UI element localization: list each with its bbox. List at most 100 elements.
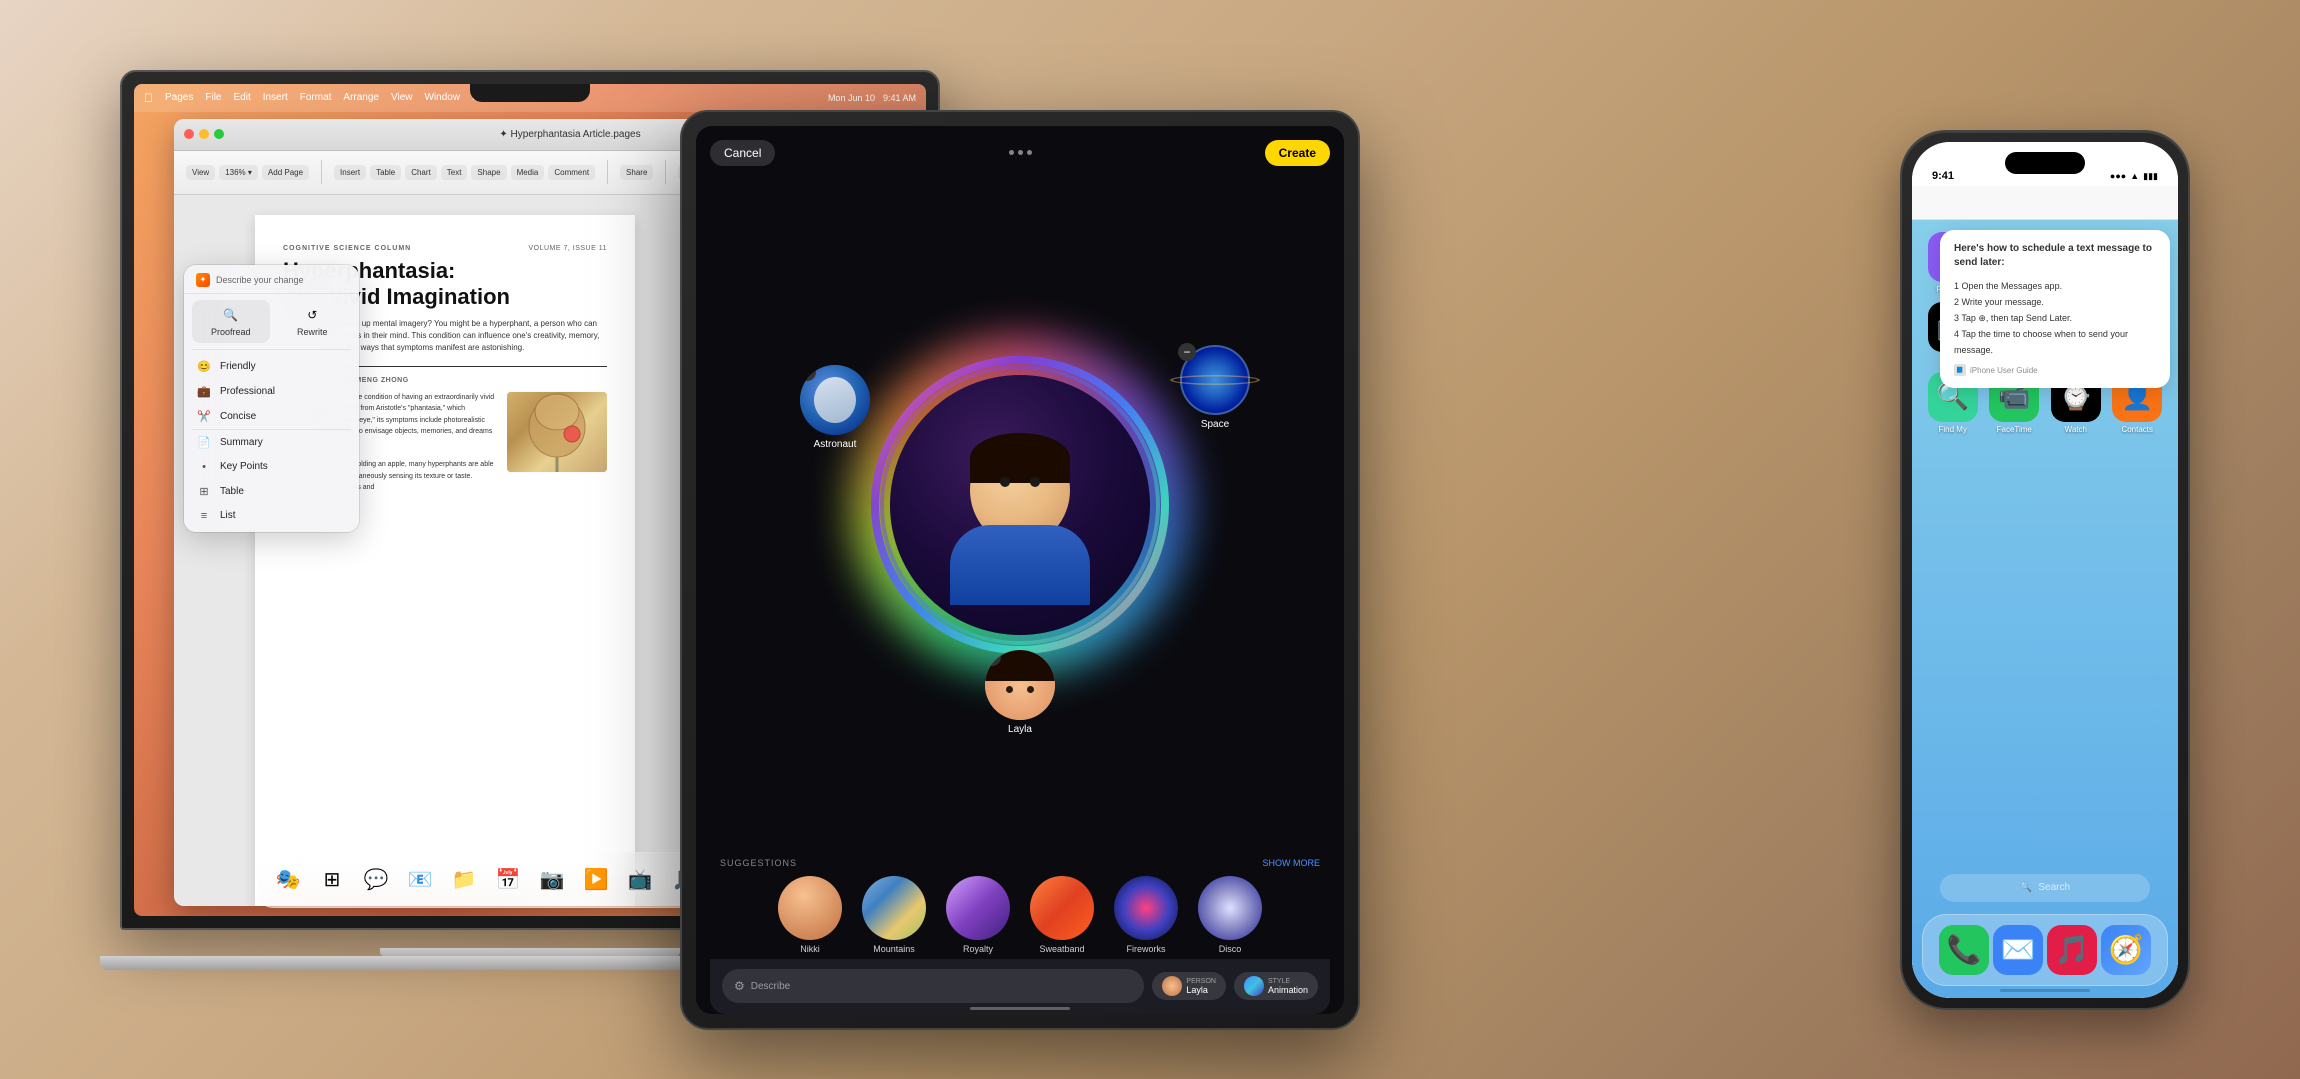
toolbar-share[interactable]: Share	[620, 165, 653, 180]
wt-concise[interactable]: ✂️ Concise	[184, 404, 359, 429]
pages-doc-area: COGNITIVE SCIENCE COLUMN VOLUME 7, ISSUE…	[174, 195, 716, 906]
mountains-thumb	[862, 876, 926, 940]
suggestion-fireworks[interactable]: Fireworks	[1114, 876, 1178, 954]
toolbar-view-group: View 136% ▾ Add Page	[186, 165, 309, 180]
suggestion-royalty[interactable]: Royalty	[946, 876, 1010, 954]
menu-file[interactable]: File	[205, 92, 221, 103]
menu-edit[interactable]: Edit	[233, 92, 250, 103]
suggestion-sweatband[interactable]: Sweatband	[1030, 876, 1094, 954]
ipad-describe-input[interactable]: ⚙ Describe	[722, 969, 1144, 1003]
notification-steps: 1 Open the Messages app. 2 Write your me…	[1954, 278, 2156, 359]
style-chip-icon	[1244, 976, 1264, 996]
astronaut-figure	[930, 405, 1110, 605]
contacts-label: Contacts	[2121, 425, 2153, 434]
summary-label: Summary	[220, 437, 263, 448]
toolbar-chart[interactable]: Chart	[405, 165, 437, 180]
menu-pages[interactable]: Pages	[165, 92, 193, 103]
ipad-person-chip[interactable]: PERSON Layla	[1152, 972, 1226, 1000]
dynamic-island	[2005, 152, 2085, 174]
dock-finder[interactable]: 🎭	[268, 860, 308, 900]
menu-arrange[interactable]: Arrange	[343, 92, 379, 103]
fullscreen-button[interactable]	[214, 129, 224, 139]
table-icon: ⊞	[196, 485, 212, 498]
dock-safari[interactable]: 🧭	[2101, 925, 2151, 975]
rewrite-tab[interactable]: ↺ Rewrite	[274, 300, 352, 343]
sweatband-thumb	[1030, 876, 1094, 940]
step-2: 2 Write your message.	[1954, 294, 2156, 310]
wt-professional[interactable]: 💼 Professional	[184, 379, 359, 404]
step-3: 3 Tap ⊕, then tap Send Later.	[1954, 310, 2156, 326]
ipad-dot-1	[1009, 150, 1014, 155]
astronaut-visor-small	[823, 391, 847, 409]
toolbar-zoom[interactable]: 136% ▾	[219, 165, 258, 180]
wt-key-points[interactable]: • Key Points	[184, 455, 359, 479]
watch-label: Watch	[2065, 425, 2087, 434]
facetime-label: FaceTime	[1997, 425, 2032, 434]
traffic-lights	[184, 129, 224, 139]
dock-launchpad[interactable]: ⊞	[312, 860, 352, 900]
list-label: List	[220, 510, 236, 521]
summary-icon: 📄	[196, 436, 212, 449]
royalty-label: Royalty	[963, 944, 993, 954]
layla-label: Layla	[1008, 724, 1032, 735]
toolbar-table[interactable]: Table	[370, 165, 401, 180]
wt-list[interactable]: ≡ List	[184, 504, 359, 528]
menu-format[interactable]: Format	[300, 92, 332, 103]
dock-calendar[interactable]: 📅	[488, 860, 528, 900]
wt-summary[interactable]: 📄 Summary	[184, 430, 359, 455]
nikki-label: Nikki	[800, 944, 820, 954]
menu-window[interactable]: Window	[424, 92, 460, 103]
source-label: iPhone User Guide	[1970, 366, 2038, 375]
space-remove-btn[interactable]: −	[1178, 343, 1196, 361]
iphone-search-bar[interactable]: 🔍 Search	[1940, 874, 2150, 902]
toolbar-comment[interactable]: Comment	[548, 165, 595, 180]
ipad-bottom-bar: ⚙ Describe PERSON Layla STYLE	[710, 959, 1330, 1014]
ipad-cancel-button[interactable]: Cancel	[710, 140, 775, 166]
dock-photos[interactable]: 📷	[532, 860, 572, 900]
close-button[interactable]	[184, 129, 194, 139]
findmy-label: Find My	[1939, 425, 1967, 434]
show-more-button[interactable]: SHOW MORE	[1263, 858, 1321, 868]
toolbar-view[interactable]: View	[186, 165, 215, 180]
space-avatar-image: −	[1180, 345, 1250, 415]
suggestion-mountains[interactable]: Mountains	[862, 876, 926, 954]
describe-placeholder: Describe	[751, 981, 790, 992]
wt-friendly[interactable]: 😊 Friendly	[184, 354, 359, 379]
dock-appletv[interactable]: 📺	[620, 860, 660, 900]
menu-insert[interactable]: Insert	[263, 92, 288, 103]
friendly-label: Friendly	[220, 361, 256, 372]
battery-icon: ▮▮▮	[2143, 171, 2158, 182]
apple-menu-icon[interactable]: 	[144, 91, 153, 105]
astronaut-avatar-container: − Astronaut	[800, 365, 870, 450]
sweatband-label: Sweatband	[1039, 944, 1084, 954]
minimize-button[interactable]	[199, 129, 209, 139]
dock-mail[interactable]: 📧	[400, 860, 440, 900]
toolbar-media[interactable]: Media	[511, 165, 545, 180]
toolbar-insert[interactable]: Insert	[334, 165, 366, 180]
astronaut-remove-btn[interactable]: −	[800, 365, 816, 381]
describe-settings-icon: ⚙	[734, 979, 745, 993]
astronaut-label: Astronaut	[814, 439, 857, 450]
list-icon: ≡	[196, 510, 212, 522]
toolbar-add-page[interactable]: Add Page	[262, 165, 309, 180]
dock-files[interactable]: 📁	[444, 860, 484, 900]
ipad-style-chip[interactable]: STYLE Animation	[1234, 972, 1318, 1000]
wt-table[interactable]: ⊞ Table	[184, 479, 359, 504]
ipad-create-button[interactable]: Create	[1265, 140, 1330, 166]
toolbar-text[interactable]: Text	[441, 165, 468, 180]
suggestion-disco[interactable]: Disco	[1198, 876, 1262, 954]
dock-phone[interactable]: 📞	[1939, 925, 1989, 975]
toolbar-separator-2	[607, 160, 608, 184]
dock-facetime[interactable]: ▶️	[576, 860, 616, 900]
menu-view[interactable]: View	[391, 92, 413, 103]
eye-left	[1000, 477, 1010, 487]
wifi-icon: ▲	[2130, 171, 2139, 181]
dock-mail[interactable]: ✉️	[1993, 925, 2043, 975]
suggestion-nikki[interactable]: Nikki	[778, 876, 842, 954]
proofread-tab[interactable]: 🔍 Proofread	[192, 300, 270, 343]
dock-music[interactable]: 🎵	[2047, 925, 2097, 975]
iphone-dock: 📞 ✉️ 🎵 🧭	[1922, 914, 2168, 986]
dock-messages[interactable]: 💬	[356, 860, 396, 900]
toolbar-separator-3	[665, 160, 666, 184]
toolbar-shape[interactable]: Shape	[471, 165, 506, 180]
